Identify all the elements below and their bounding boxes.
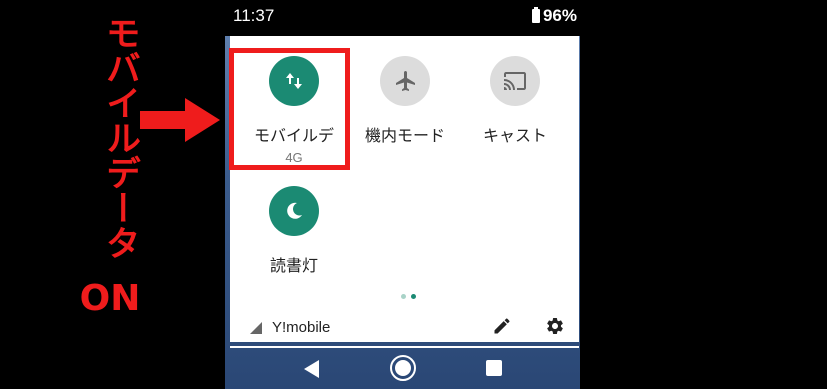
status-time: 11:37 (233, 6, 275, 25)
tile-airplane-mode[interactable]: 機内モード (350, 56, 460, 146)
page-dot-1[interactable] (401, 294, 406, 299)
highlight-box (229, 48, 350, 170)
tile-airplane-toggle[interactable] (380, 56, 430, 106)
panel-handle-divider[interactable] (230, 346, 579, 348)
back-triangle-icon[interactable] (303, 359, 321, 379)
carrier-name: Y!mobile (272, 319, 331, 336)
airplane-icon (396, 71, 415, 91)
tile-cast-label: キャスト (482, 126, 547, 145)
pencil-icon[interactable] (492, 316, 512, 336)
tile-reading-light-label: 読書灯 (269, 256, 318, 275)
navigation-bar (225, 350, 580, 389)
gear-icon[interactable] (545, 316, 565, 336)
signal-icon (250, 321, 262, 334)
tile-cast-toggle[interactable] (490, 56, 540, 106)
tile-reading-light[interactable]: 読書灯 (239, 186, 349, 276)
status-battery: 96% (531, 6, 577, 26)
page-dot-2[interactable] (411, 294, 416, 299)
quick-settings-footer: Y!mobile (230, 312, 579, 342)
carrier-info: Y!mobile (250, 319, 330, 336)
annotation-on-text: ON (79, 278, 141, 319)
battery-percent: 96% (542, 6, 577, 25)
annotation-mobile-data-text: モバイルデータ (100, 15, 140, 260)
tile-airplane-label: 機内モード (364, 126, 445, 145)
tile-reading-light-toggle[interactable] (269, 186, 319, 236)
home-circle-icon[interactable] (390, 355, 416, 381)
battery-icon (531, 7, 540, 23)
tile-cast[interactable]: キャスト (460, 56, 570, 146)
annotation-arrow-icon (140, 98, 220, 142)
cast-icon (504, 72, 526, 90)
page-indicator (401, 294, 416, 299)
moon-icon (287, 202, 302, 219)
recents-square-icon[interactable] (486, 360, 502, 376)
